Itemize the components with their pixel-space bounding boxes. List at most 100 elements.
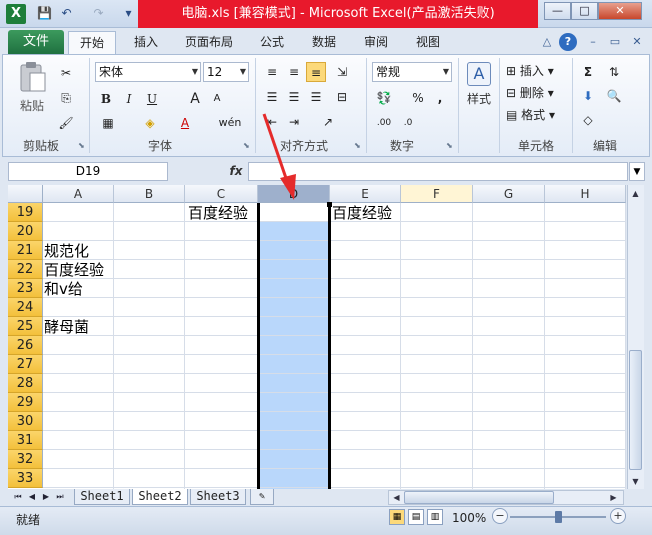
column-header-f[interactable]: F [401, 185, 473, 203]
merge-center-icon[interactable]: ⊟ [332, 87, 352, 107]
italic-button[interactable]: I [119, 89, 139, 109]
borders-icon[interactable]: ▦ [98, 113, 118, 133]
align-right-icon[interactable]: ☰ [306, 87, 326, 107]
tab-formulas[interactable]: 公式 [252, 31, 292, 54]
horizontal-scroll-thumb[interactable] [404, 491, 554, 504]
row-header-22[interactable]: 22 [8, 260, 43, 279]
normal-view-icon[interactable]: ▦ [389, 509, 405, 525]
page-break-view-icon[interactable]: ▥ [427, 509, 443, 525]
cell-a22[interactable]: 百度经验 [43, 261, 104, 280]
row-header-24[interactable]: 24 [8, 298, 43, 317]
cell-e19[interactable]: 百度经验 [331, 204, 392, 223]
sheet-tab-sheet1[interactable]: Sheet1 [74, 489, 130, 505]
styles-button[interactable]: A 样式 [462, 62, 496, 122]
cell-a25[interactable]: 酵母菌 [43, 318, 89, 337]
decrease-decimal-button[interactable]: .0 [398, 113, 418, 133]
grow-font-button[interactable]: A [185, 89, 205, 109]
row-header-29[interactable]: 29 [8, 393, 43, 412]
prev-sheet-icon[interactable]: ◀ [26, 490, 38, 504]
zoom-slider-thumb[interactable] [555, 511, 562, 523]
format-painter-icon[interactable]: 🖌 [56, 113, 76, 133]
font-color-button[interactable]: A [175, 113, 195, 133]
autosum-button[interactable]: Σ [578, 62, 598, 82]
percent-button[interactable]: % [408, 88, 428, 108]
maximize-button[interactable]: □ [571, 2, 598, 20]
column-header-a[interactable]: A [43, 185, 114, 203]
row-header-19[interactable]: 19 [8, 203, 43, 222]
workbook-minimize-icon[interactable]: – [584, 33, 602, 51]
tab-view[interactable]: 视图 [408, 31, 448, 54]
number-launcher-icon[interactable]: ⬊ [446, 141, 455, 150]
fill-color-icon[interactable]: ◈ [140, 113, 160, 133]
alignment-launcher-icon[interactable]: ⬊ [354, 141, 363, 150]
font-launcher-icon[interactable]: ⬊ [243, 141, 252, 150]
last-sheet-icon[interactable]: ⏭ [54, 490, 66, 504]
zoom-level[interactable]: 100% [452, 510, 486, 526]
phonetic-guide-button[interactable]: wén [218, 113, 242, 133]
comma-button[interactable]: , [430, 88, 450, 108]
wrap-text-icon[interactable]: ⇲ [332, 62, 352, 82]
format-cells-button[interactable]: ▤ 格式 ▾ [506, 106, 555, 124]
column-header-b[interactable]: B [114, 185, 185, 203]
number-format-select[interactable]: 常规 ▼ [372, 62, 452, 82]
cell-a21[interactable]: 规范化 [43, 242, 89, 261]
redo-icon[interactable]: ↷ [90, 5, 107, 22]
tab-data[interactable]: 数据 [304, 31, 344, 54]
column-header-h[interactable]: H [545, 185, 626, 203]
insert-function-icon[interactable]: fx [226, 162, 246, 181]
cell-a23[interactable]: 和v给 [43, 280, 83, 299]
shrink-font-button[interactable]: A [207, 89, 227, 109]
close-window-button[interactable]: ✕ [598, 2, 642, 20]
next-sheet-icon[interactable]: ▶ [40, 490, 52, 504]
underline-button[interactable]: U [142, 89, 162, 109]
scroll-right-icon[interactable]: ▶ [606, 490, 621, 505]
column-header-g[interactable]: G [473, 185, 545, 203]
find-select-icon[interactable]: 🔍 [604, 86, 624, 106]
delete-cells-button[interactable]: ⊟ 删除 ▾ [506, 84, 554, 102]
clipboard-launcher-icon[interactable]: ⬊ [78, 141, 87, 150]
bold-button[interactable]: B [96, 89, 116, 109]
zoom-in-icon[interactable]: + [610, 508, 626, 524]
name-box[interactable]: D19 [8, 162, 168, 181]
paste-button[interactable]: 粘贴 [14, 60, 50, 116]
increase-decimal-button[interactable]: .00 [374, 113, 394, 133]
tab-review[interactable]: 审阅 [356, 31, 396, 54]
row-header-26[interactable]: 26 [8, 336, 43, 355]
row-header-28[interactable]: 28 [8, 374, 43, 393]
vertical-scroll-thumb[interactable] [629, 350, 642, 470]
sheet-tab-sheet3[interactable]: Sheet3 [190, 489, 246, 505]
row-header-27[interactable]: 27 [8, 355, 43, 374]
help-icon[interactable]: ? [559, 33, 577, 51]
workbook-restore-icon[interactable]: ▭ [606, 33, 624, 51]
copy-icon[interactable]: ⎘ [56, 88, 76, 108]
tab-insert[interactable]: 插入 [126, 31, 166, 54]
align-top-icon[interactable]: ≡ [262, 62, 282, 82]
fill-icon[interactable]: ⬇ [578, 86, 598, 106]
cell-c19[interactable]: 百度经验 [187, 204, 248, 223]
minimize-button[interactable]: — [544, 2, 571, 20]
worksheet-grid[interactable]: ABCDEFGH 192021222324252627282930313233 … [8, 185, 626, 489]
row-header-31[interactable]: 31 [8, 431, 43, 450]
cut-icon[interactable]: ✂ [56, 63, 76, 83]
undo-icon[interactable]: ↶ [58, 5, 75, 22]
sheet-tab-sheet2[interactable]: Sheet2 [132, 489, 188, 505]
currency-icon[interactable]: 💱 [374, 88, 394, 108]
font-size-select[interactable]: 12 ▼ [203, 62, 249, 82]
first-sheet-icon[interactable]: ⏮ [12, 490, 24, 504]
page-layout-view-icon[interactable]: ▤ [408, 509, 424, 525]
collapse-ribbon-icon[interactable]: △ [538, 33, 556, 51]
align-bottom-icon[interactable]: ≡ [306, 62, 326, 82]
row-header-23[interactable]: 23 [8, 279, 43, 298]
excel-app-icon[interactable]: X [6, 4, 26, 24]
select-all-corner[interactable] [8, 185, 43, 203]
sort-filter-icon[interactable]: ⇅ [604, 62, 624, 82]
row-header-32[interactable]: 32 [8, 450, 43, 469]
tab-home[interactable]: 开始 [68, 31, 116, 54]
row-header-25[interactable]: 25 [8, 317, 43, 336]
align-middle-icon[interactable]: ≡ [284, 62, 304, 82]
column-header-c[interactable]: C [185, 185, 258, 203]
expand-formula-bar-icon[interactable]: ▼ [629, 162, 645, 181]
row-header-20[interactable]: 20 [8, 222, 43, 241]
row-header-33[interactable]: 33 [8, 469, 43, 488]
zoom-out-icon[interactable]: − [492, 508, 508, 524]
